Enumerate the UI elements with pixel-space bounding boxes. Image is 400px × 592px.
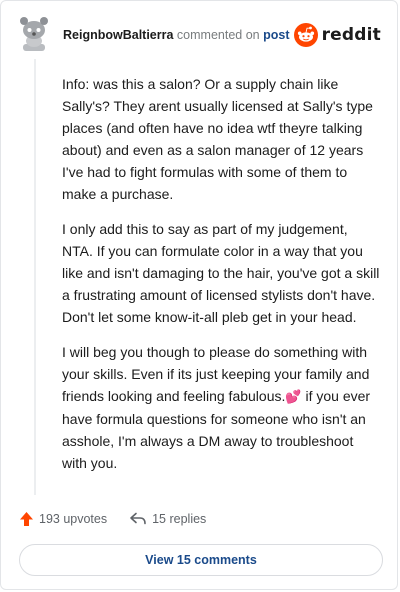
reddit-logo[interactable]: reddit [293, 23, 381, 47]
post-link[interactable]: post [263, 28, 289, 42]
replies-button[interactable]: 15 replies [129, 512, 206, 526]
comment-paragraph: I will beg you though to please do somet… [62, 341, 380, 474]
comment-card: ReignbowBaltierra commented on post redd… [0, 0, 398, 590]
comment-paragraph: I only add this to say as part of my jud… [62, 221, 380, 325]
snoo-avatar-icon[interactable] [19, 15, 49, 51]
comment-action-text: commented on [176, 28, 260, 42]
author-name[interactable]: ReignbowBaltierra [63, 28, 173, 42]
view-comments-button[interactable]: View 15 comments [19, 544, 383, 576]
comment-header: ReignbowBaltierra commented on post [63, 27, 289, 43]
comment-paragraph: Info: was this a salon? Or a supply chai… [62, 76, 373, 202]
upvote-button[interactable]: 193 upvotes [19, 511, 107, 527]
comment-body: Info: was this a salon? Or a supply chai… [62, 73, 380, 487]
thread-line[interactable] [34, 59, 36, 495]
reply-count: 15 replies [152, 512, 207, 526]
upvote-count: 193 upvotes [39, 512, 108, 526]
upvote-arrow-icon [20, 512, 33, 526]
comment-footer: 193 upvotes 15 replies [19, 511, 206, 527]
two-hearts-emoji: 💕 [285, 389, 302, 404]
reddit-alien-icon [293, 23, 318, 47]
reddit-wordmark: reddit [321, 25, 381, 45]
reply-arrow-icon [130, 512, 146, 525]
view-comments-label: View 15 comments [145, 553, 257, 567]
